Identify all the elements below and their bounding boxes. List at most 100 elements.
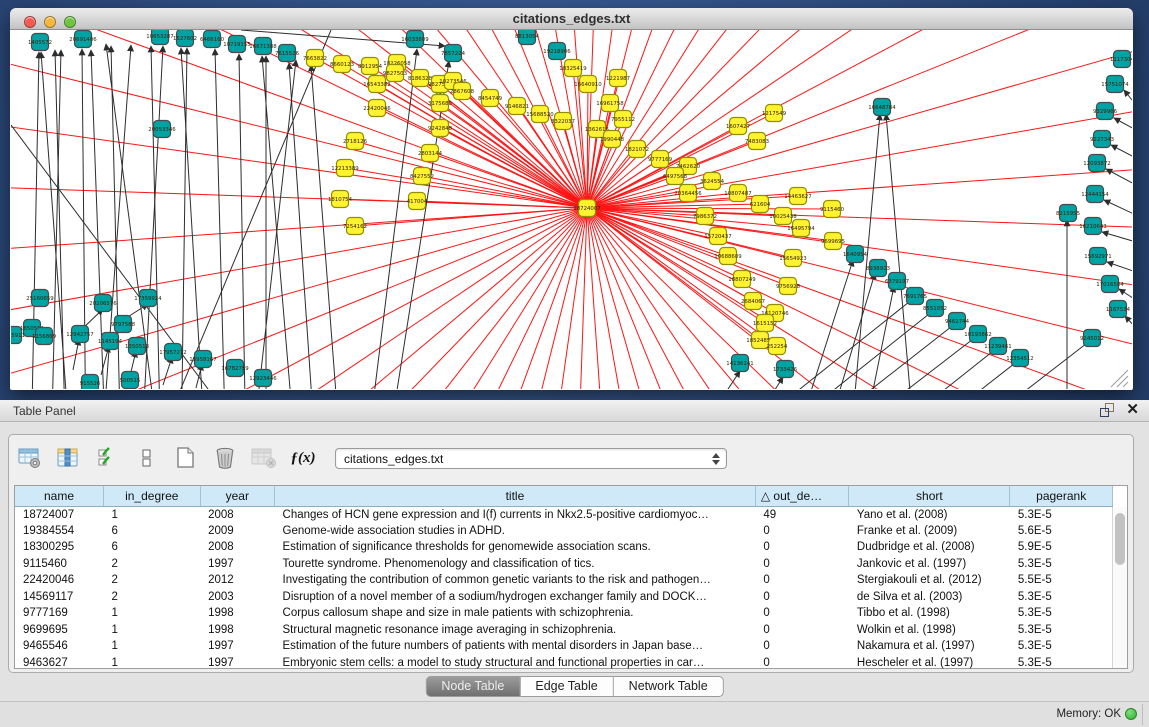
table-cell[interactable]: 18300295 xyxy=(15,539,104,556)
table-cell[interactable]: Jankovic et al. (1997) xyxy=(849,556,1010,573)
window-titlebar[interactable]: citations_edges.txt xyxy=(10,8,1133,30)
table-cell[interactable]: 1998 xyxy=(200,622,274,639)
table-cell[interactable]: 1 xyxy=(104,655,201,672)
table-cell[interactable]: 5.9E-5 xyxy=(1010,539,1113,556)
table-cell[interactable]: 9699695 xyxy=(15,622,104,639)
table-row[interactable]: 1830029562008Estimation of significance … xyxy=(15,539,1113,556)
table-cell[interactable]: 9115460 xyxy=(15,556,104,573)
column-header-short[interactable]: short xyxy=(849,486,1010,506)
table-cell[interactable]: 5.3E-5 xyxy=(1010,655,1113,672)
table-cell[interactable]: 5.3E-5 xyxy=(1010,589,1113,606)
table-cell[interactable]: 49 xyxy=(755,506,849,523)
table-cell[interactable]: 1998 xyxy=(200,605,274,622)
table-row[interactable]: 969969511998Structural magnetic resonanc… xyxy=(15,622,1113,639)
table-cell[interactable]: 5.3E-5 xyxy=(1010,605,1113,622)
table-cell[interactable]: 1 xyxy=(104,605,201,622)
column-header-name[interactable]: name xyxy=(15,486,104,506)
select-columns-icon[interactable] xyxy=(95,445,121,471)
network-canvas[interactable]: 1405572206914061065328715276026466160107… xyxy=(11,30,1132,389)
table-cell[interactable]: 2008 xyxy=(200,506,274,523)
function-builder-icon[interactable]: ƒ(x) xyxy=(290,445,316,471)
table-cell[interactable]: 5.6E-5 xyxy=(1010,523,1113,540)
table-cell[interactable]: 0 xyxy=(755,572,849,589)
table-row[interactable]: 1938455462009Genome-wide association stu… xyxy=(15,523,1113,540)
table-cell[interactable]: 9465546 xyxy=(15,638,104,655)
new-document-icon[interactable] xyxy=(173,445,199,471)
table-select-dropdown[interactable]: citations_edges.txt xyxy=(335,448,727,469)
show-column-icon[interactable] xyxy=(56,445,82,471)
table-cell[interactable]: 19384554 xyxy=(15,523,104,540)
column-header-pagerank[interactable]: pagerank xyxy=(1010,486,1113,506)
column-header-out_de[interactable]: △ out_de… xyxy=(755,486,849,506)
table-cell[interactable]: 1997 xyxy=(200,556,274,573)
tab-node-table[interactable]: Node Table xyxy=(425,676,520,697)
table-cell[interactable]: 2 xyxy=(104,589,201,606)
float-panel-icon[interactable] xyxy=(1100,403,1114,417)
table-cell[interactable]: Investigating the contribution of common… xyxy=(275,572,756,589)
table-cell[interactable]: Hescheler et al. (1997) xyxy=(849,655,1010,672)
table-cell[interactable]: 18724007 xyxy=(15,506,104,523)
table-cell[interactable]: Estimation of significance thresholds fo… xyxy=(275,539,756,556)
table-cell[interactable]: Dudbridge et al. (2008) xyxy=(849,539,1010,556)
table-cell[interactable]: Embryonic stem cells: a model to study s… xyxy=(275,655,756,672)
delete-trash-icon[interactable] xyxy=(212,445,238,471)
table-cell[interactable]: 2008 xyxy=(200,539,274,556)
tab-edge-table[interactable]: Edge Table xyxy=(520,676,613,697)
table-row[interactable]: 2242004622012Investigating the contribut… xyxy=(15,572,1113,589)
table-row[interactable]: 1456911722003Disruption of a novel membe… xyxy=(15,589,1113,606)
table-row[interactable]: 946362711997Embryonic stem cells: a mode… xyxy=(15,655,1113,672)
table-cell[interactable]: Franke et al. (2009) xyxy=(849,523,1010,540)
resize-grip-icon[interactable] xyxy=(1111,370,1128,387)
table-cell[interactable]: 5.3E-5 xyxy=(1010,638,1113,655)
table-cell[interactable]: de Silva et al. (2003) xyxy=(849,589,1010,606)
column-header-in_degree[interactable]: in_degree xyxy=(104,486,201,506)
table-cell[interactable]: 0 xyxy=(755,622,849,639)
table-cell[interactable]: 2003 xyxy=(200,589,274,606)
table-cell[interactable]: 14569117 xyxy=(15,589,104,606)
table-cell[interactable]: 22420046 xyxy=(15,572,104,589)
table-cell[interactable]: 0 xyxy=(755,605,849,622)
table-cell[interactable]: 5.3E-5 xyxy=(1010,622,1113,639)
table-cell[interactable]: Stergiakouli et al. (2012) xyxy=(849,572,1010,589)
table-cell[interactable]: 0 xyxy=(755,655,849,672)
table-row[interactable]: 977716911998Corpus callosum shape and si… xyxy=(15,605,1113,622)
close-panel-icon[interactable]: ✕ xyxy=(1126,403,1139,417)
table-cell[interactable]: 9777169 xyxy=(15,605,104,622)
table-cell[interactable]: Tourette syndrome. Phenomenology and cla… xyxy=(275,556,756,573)
table-row[interactable]: 946554611997Estimation of the future num… xyxy=(15,638,1113,655)
table-cell[interactable]: 5.3E-5 xyxy=(1010,506,1113,523)
table-cell[interactable]: 1997 xyxy=(200,655,274,672)
table-cell[interactable]: Changes of HCN gene expression and I(f) … xyxy=(275,506,756,523)
table-cell[interactable]: 1997 xyxy=(200,638,274,655)
tab-network-table[interactable]: Network Table xyxy=(614,676,724,697)
table-cell[interactable]: 2012 xyxy=(200,572,274,589)
table-row[interactable]: 911546021997Tourette syndrome. Phenomeno… xyxy=(15,556,1113,573)
column-header-title[interactable]: title xyxy=(275,486,756,506)
table-cell[interactable]: 0 xyxy=(755,523,849,540)
table-cell[interactable]: Tibbo et al. (1998) xyxy=(849,605,1010,622)
table-scrollbar[interactable] xyxy=(1112,507,1127,668)
table-cell[interactable]: 6 xyxy=(104,539,201,556)
table-cell[interactable]: 1 xyxy=(104,622,201,639)
table-settings-icon[interactable] xyxy=(17,445,43,471)
table-cell[interactable]: 0 xyxy=(755,556,849,573)
table-cell[interactable]: Nakamura et al. (1997) xyxy=(849,638,1010,655)
table-cell[interactable]: 6 xyxy=(104,523,201,540)
table-cell[interactable]: Wolkin et al. (1998) xyxy=(849,622,1010,639)
table-cell[interactable]: Structural magnetic resonance image aver… xyxy=(275,622,756,639)
scrollbar-thumb[interactable] xyxy=(1115,513,1125,565)
table-cell[interactable]: 0 xyxy=(755,638,849,655)
table-cell[interactable]: Estimation of the future numbers of pati… xyxy=(275,638,756,655)
table-row[interactable]: 1872400712008Changes of HCN gene express… xyxy=(15,506,1113,523)
table-cell[interactable]: 5.3E-5 xyxy=(1010,556,1113,573)
table-cell[interactable]: 1 xyxy=(104,638,201,655)
table-cell[interactable]: Yano et al. (2008) xyxy=(849,506,1010,523)
column-header-year[interactable]: year xyxy=(200,486,274,506)
row-height-icon[interactable] xyxy=(134,445,160,471)
table-cell[interactable]: 2 xyxy=(104,572,201,589)
table-cell[interactable]: 0 xyxy=(755,589,849,606)
table-cell[interactable]: 0 xyxy=(755,539,849,556)
table-cell[interactable]: 5.5E-5 xyxy=(1010,572,1113,589)
table-cell[interactable]: Corpus callosum shape and size in male p… xyxy=(275,605,756,622)
table-cell[interactable]: Disruption of a novel member of a sodium… xyxy=(275,589,756,606)
